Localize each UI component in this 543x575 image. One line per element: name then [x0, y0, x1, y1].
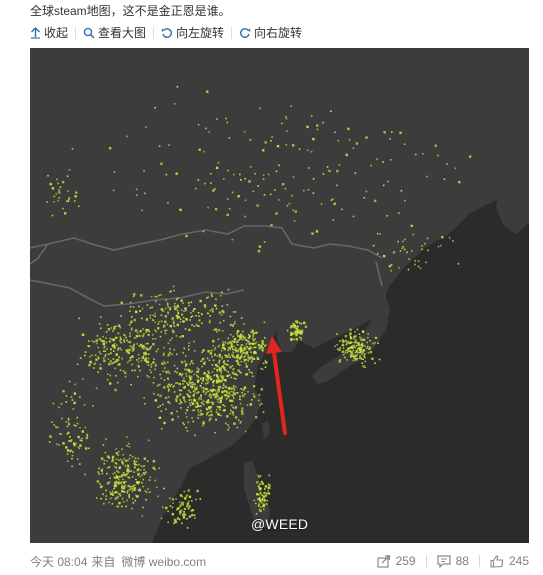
search-icon: [83, 27, 95, 39]
post-actions: 259 88 245: [376, 553, 529, 569]
comment-icon: [437, 554, 451, 568]
post-meta: 今天 08:04 来自 微博 weibo.com: [30, 554, 210, 570]
image-toolbar: 收起 查看大图 向左旋转 向右旋转: [30, 24, 302, 42]
collapse-button[interactable]: 收起: [30, 24, 68, 42]
post-source-link[interactable]: 微博 weibo.com: [121, 555, 206, 569]
repost-count: 259: [395, 554, 416, 568]
rotate-right-label: 向右旋转: [254, 26, 303, 40]
toolbar-divider: [231, 27, 233, 39]
toolbar-divider: [75, 27, 77, 39]
comment-count: 88: [455, 554, 469, 568]
view-large-button[interactable]: 查看大图: [83, 24, 146, 42]
like-count: 245: [508, 554, 529, 568]
rotate-left-button[interactable]: 向左旋转: [161, 24, 224, 42]
like-button[interactable]: 245: [490, 553, 529, 569]
arrow-up-icon: [31, 27, 40, 39]
source-prefix: 来自: [91, 555, 116, 569]
post-time: 今天 08:04: [30, 555, 88, 569]
toolbar-divider: [153, 27, 155, 39]
map-image[interactable]: @WEED: [30, 48, 529, 543]
collapse-label: 收起: [44, 26, 69, 40]
comment-button[interactable]: 88: [437, 553, 469, 569]
thumbs-up-icon: [490, 554, 504, 568]
repost-button[interactable]: 259: [376, 553, 416, 569]
actions-divider: [425, 555, 427, 567]
post-text: 全球steam地图，这不是金正恩是谁。: [30, 4, 231, 18]
actions-divider: [478, 555, 480, 567]
rotate-right-icon: [240, 28, 251, 38]
repost-icon: [376, 554, 390, 568]
rotate-left-icon: [161, 28, 172, 38]
rotate-left-label: 向左旋转: [176, 26, 225, 40]
rotate-right-button[interactable]: 向右旋转: [239, 24, 302, 42]
view-large-label: 查看大图: [98, 26, 147, 40]
steam-map-graphic: [30, 48, 529, 543]
image-watermark: @WEED: [251, 516, 309, 532]
